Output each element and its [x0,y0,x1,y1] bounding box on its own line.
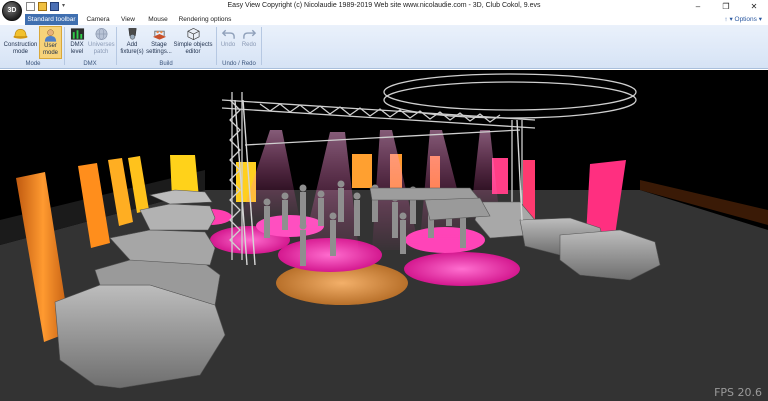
group-separator [116,27,117,65]
tab-mouse[interactable]: Mouse [143,14,173,25]
group-label-dmx: DMX [83,61,97,67]
universes-patch-label: Universes patch [88,42,115,55]
redo-button[interactable]: Redo [239,26,259,59]
construction-mode-label: Construction mode [3,42,38,55]
universes-patch-button[interactable]: Universes patch [88,26,115,59]
app-menu-button[interactable]: 3D [2,1,22,21]
minimize-button[interactable]: – [684,0,712,14]
construction-mode-button[interactable]: Construction mode [3,26,38,59]
tab-standard-toolbar[interactable]: Standard toolbar [25,14,78,25]
user-mode-button[interactable]: User mode [39,26,62,59]
maximize-button[interactable]: ❐ [712,0,740,14]
undo-label: Undo [220,42,236,48]
group-label-build: Build [159,61,173,67]
dmx-level-label: DMX level [70,42,84,55]
ribbon-tabs: Standard toolbar Camera View Mouse Rende… [0,14,768,25]
redo-label: Redo [241,42,257,48]
group-separator [261,27,262,65]
fixture-icon [127,28,137,40]
undo-button[interactable]: Undo [218,26,238,59]
user-mode-label: User mode [42,43,58,56]
scene-render [0,73,768,401]
globe-icon [95,28,107,40]
window-title: Easy View Copyright (c) Nicolaudie 1989-… [227,2,541,9]
group-separator [64,27,65,65]
group-label-mode: Mode [25,61,41,67]
user-icon [44,29,57,42]
tab-rendering-options[interactable]: Rendering options [176,14,234,25]
options-menu[interactable]: ↑ ▾ Options ▾ [724,14,762,25]
simple-objects-editor-button[interactable]: Simple objects editor [172,26,214,59]
window-controls: – ❐ ✕ [684,0,768,14]
undo-icon [221,29,235,39]
dmx-level-icon [70,28,84,40]
hard-hat-icon [13,29,28,39]
group-separator [216,27,217,65]
tab-camera[interactable]: Camera [82,14,114,25]
ribbon: Construction mode User mode DMX level Un… [0,25,768,69]
group-label-undo-redo: Undo / Redo [222,61,256,67]
stage-settings-button[interactable]: Stage settings... [146,26,172,59]
title-bar: 3D ▾ Easy View Copyright (c) Nicolaudie … [0,0,768,21]
add-fixtures-label: Add fixture(s) [120,42,144,55]
stage-icon [152,30,166,40]
fps-counter: FPS 20.6 [714,386,762,399]
close-button[interactable]: ✕ [740,0,768,14]
tab-view[interactable]: View [116,14,140,25]
cube-icon [187,28,199,40]
redo-icon [242,29,256,39]
add-fixtures-button[interactable]: Add fixture(s) [118,26,146,59]
dmx-level-button[interactable]: DMX level [66,26,88,59]
simple-objects-editor-label: Simple objects editor [173,42,213,55]
3d-viewport[interactable]: FPS 20.6 [0,70,768,401]
stage-settings-label: Stage settings... [146,42,172,55]
